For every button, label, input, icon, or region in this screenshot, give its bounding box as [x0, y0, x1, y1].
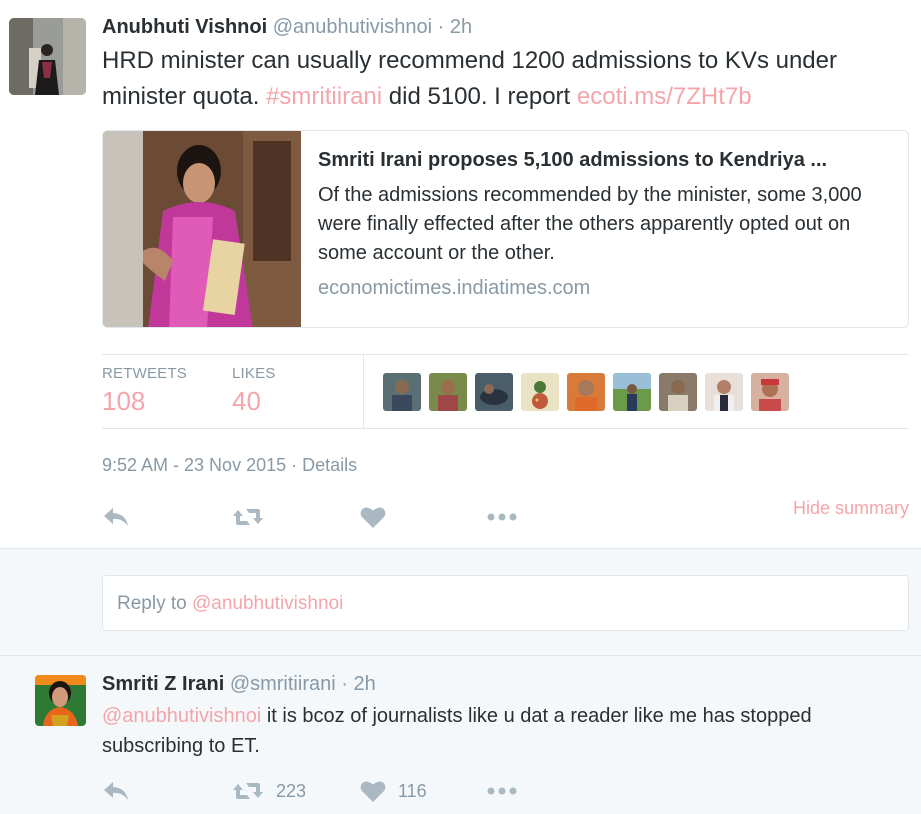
details-link[interactable]: Details	[302, 455, 357, 475]
reply-mention: @anubhutivishnoi	[191, 593, 344, 614]
details-separator: ·	[286, 455, 303, 475]
liker-avatar-5[interactable]	[567, 373, 605, 411]
reply-like-button[interactable]: 116	[360, 774, 427, 808]
reply-like-count: 116	[398, 780, 427, 801]
author-avatar[interactable]	[9, 18, 86, 95]
more-icon	[486, 512, 518, 522]
reply-header: Smriti Z Irani @smritiirani · 2h	[102, 673, 376, 696]
more-button[interactable]	[486, 500, 518, 534]
timestamp-text[interactable]: 9:52 AM - 23 Nov 2015	[102, 455, 286, 475]
tweet-header: Anubhuti Vishnoi @anubhutivishnoi · 2h	[102, 16, 472, 39]
hide-summary-link[interactable]: Hide summary	[793, 498, 909, 519]
author-name[interactable]: Anubhuti Vishnoi	[102, 16, 267, 38]
reply-author-avatar[interactable]	[35, 675, 86, 726]
likes-label: LIKES	[232, 365, 276, 382]
tweet-text-part-2: did 5100. I report	[382, 83, 577, 110]
heart-icon	[360, 505, 386, 529]
heart-icon	[360, 779, 386, 803]
reply-icon	[102, 506, 130, 528]
separator-dot: ·	[437, 16, 445, 38]
author-handle[interactable]: @anubhutivishnoi	[273, 16, 432, 38]
likes-stat[interactable]: LIKES 40	[232, 365, 276, 417]
reply-more-button[interactable]	[486, 774, 518, 808]
reply-author-name[interactable]: Smriti Z Irani	[102, 673, 224, 695]
tweet-time[interactable]: 2h	[450, 16, 472, 38]
retweets-stat[interactable]: RETWEETS 108	[102, 365, 187, 417]
reply-prefix: Reply to	[117, 593, 192, 614]
reply-icon	[102, 780, 130, 802]
more-icon	[486, 786, 518, 796]
liker-avatar-3[interactable]	[475, 373, 513, 411]
reply-time[interactable]: 2h	[353, 673, 375, 695]
liker-avatar-2[interactable]	[429, 373, 467, 411]
liker-avatar-4[interactable]	[521, 373, 559, 411]
main-tweet: Anubhuti Vishnoi @anubhutivishnoi · 2h H…	[0, 0, 921, 548]
summary-card[interactable]: Smriti Irani proposes 5,100 admissions t…	[102, 130, 909, 328]
reply-button[interactable]	[102, 500, 130, 534]
like-button[interactable]	[360, 500, 386, 534]
tweet-text: HRD minister can usually recommend 1200 …	[102, 43, 902, 115]
reply-text-mention[interactable]: @anubhutivishnoi	[102, 705, 261, 727]
liker-avatars	[383, 373, 789, 411]
retweets-label: RETWEETS	[102, 365, 187, 382]
reply-retweet-button[interactable]: 223	[232, 774, 306, 808]
card-description: Of the admissions recommended by the min…	[318, 184, 862, 264]
card-body: Smriti Irani proposes 5,100 admissions t…	[318, 149, 893, 300]
card-title: Smriti Irani proposes 5,100 admissions t…	[318, 149, 828, 171]
reply-retweet-count: 223	[276, 780, 307, 801]
likes-count: 40	[232, 386, 261, 416]
liker-avatar-9[interactable]	[751, 373, 789, 411]
liker-avatar-1[interactable]	[383, 373, 421, 411]
reply-reply-button[interactable]	[102, 774, 130, 808]
tweet-actions: Hide summary	[102, 498, 909, 534]
reply-input[interactable]: Reply to @anubhutivishnoi	[102, 575, 909, 631]
reply-separator-dot: ·	[341, 673, 348, 695]
reply-author-handle[interactable]: @smritiirani	[230, 673, 336, 695]
liker-avatar-6[interactable]	[613, 373, 651, 411]
stats-divider	[363, 355, 364, 428]
retweet-icon	[232, 780, 264, 802]
reply-text: @anubhutivishnoi it is bcoz of journalis…	[102, 701, 902, 761]
liker-avatar-7[interactable]	[659, 373, 697, 411]
hashtag-link[interactable]: #smritiirani	[266, 83, 382, 110]
liker-avatar-8[interactable]	[705, 373, 743, 411]
reply-tweet[interactable]: Smriti Z Irani @smritiirani · 2h @anubhu…	[0, 656, 921, 814]
retweets-count: 108	[102, 386, 146, 416]
tweet-stats: RETWEETS 108 LIKES 40	[102, 354, 909, 429]
card-domain: economictimes.indiatimes.com	[318, 277, 591, 299]
retweet-icon	[232, 506, 264, 528]
tweet-timestamp: 9:52 AM - 23 Nov 2015 · Details	[102, 455, 357, 476]
reply-actions: 223 116	[102, 776, 602, 806]
reply-area: Reply to @anubhutivishnoi	[0, 548, 921, 656]
article-link[interactable]: ecoti.ms/7ZHt7b	[577, 83, 752, 110]
card-image	[103, 131, 301, 327]
retweet-button[interactable]	[232, 500, 264, 534]
